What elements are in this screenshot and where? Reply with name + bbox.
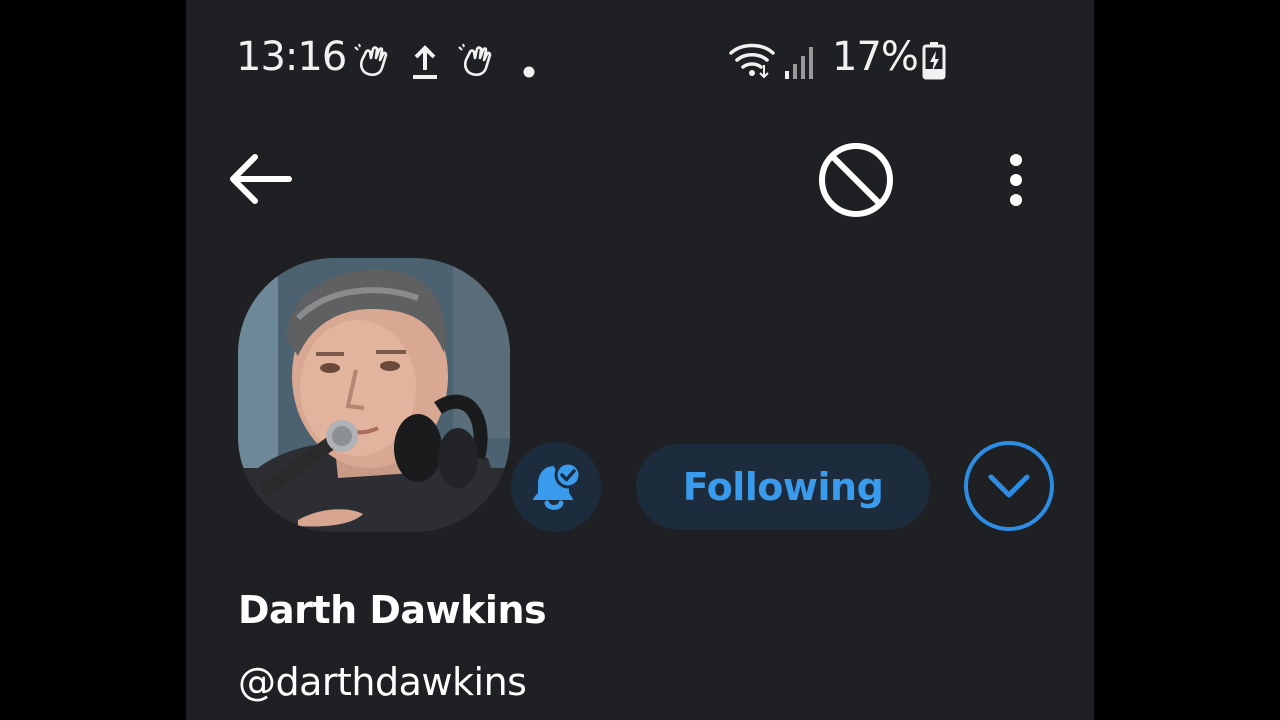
display-name: Darth Dawkins (238, 588, 547, 632)
dot-icon (523, 66, 535, 78)
wave-hand-icon (458, 43, 492, 77)
status-bar: 13:16 17% (186, 0, 1094, 120)
battery-percent: 17% (832, 34, 919, 80)
bell-check-icon (533, 461, 582, 510)
user-handle: @darthdawkins (238, 660, 527, 704)
follow-options-dropdown-button[interactable] (964, 441, 1054, 531)
signal-icon (785, 47, 813, 79)
more-vertical-icon (1010, 154, 1022, 206)
wave-hand-icon (354, 43, 388, 77)
upload-icon (413, 45, 437, 79)
phone-screen: 13:16 17% Following Darth Dawkins @darth… (186, 0, 1094, 720)
following-button[interactable]: Following (636, 444, 930, 530)
wifi-icon (729, 43, 775, 79)
notification-bell-button[interactable] (511, 442, 601, 532)
avatar[interactable] (238, 258, 510, 532)
block-icon (819, 143, 893, 217)
profile-photo (238, 258, 510, 532)
more-options-button[interactable] (998, 148, 1034, 212)
status-time: 13:16 (236, 34, 347, 80)
block-button[interactable] (816, 140, 896, 220)
back-button[interactable] (222, 144, 298, 214)
arrow-left-icon (230, 154, 292, 204)
chevron-down-icon (988, 474, 1030, 498)
battery-charging-icon (922, 42, 946, 80)
